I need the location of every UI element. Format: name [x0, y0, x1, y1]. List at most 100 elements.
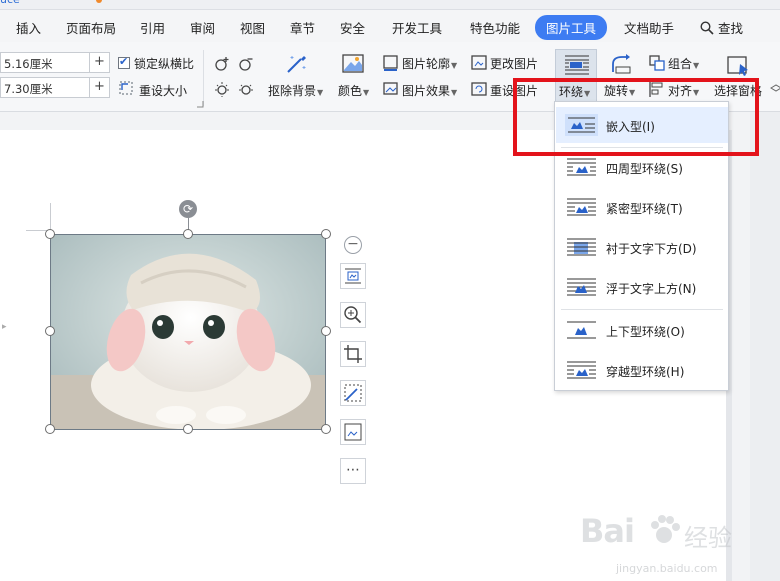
resize-handle[interactable] [183, 424, 193, 434]
wrap-text-icon [565, 55, 589, 75]
unsaved-dot-icon [96, 0, 102, 3]
group-icon[interactable] [648, 54, 666, 72]
resize-handle[interactable] [321, 229, 331, 239]
crop-button[interactable] [340, 341, 366, 367]
height-value: 5.16厘米 [4, 57, 53, 71]
picture-outline-label: 图片轮廓 [402, 57, 451, 71]
picture-to-text-button[interactable] [340, 419, 366, 445]
tab-special-features[interactable]: 特色功能 [470, 18, 520, 37]
tab-picture-tools[interactable]: 图片工具 [535, 15, 608, 40]
cat-photo [51, 235, 325, 429]
height-increase-button[interactable]: + [89, 53, 109, 72]
document-tab-fragment[interactable]: uce [0, 0, 20, 6]
menu-item-behind-text[interactable]: 衬于文字下方(D) [556, 229, 728, 265]
margin-mark [50, 203, 51, 231]
tab-developer[interactable]: 开发工具 [392, 18, 442, 37]
picture-outline-icon[interactable] [382, 54, 400, 72]
cat-picture[interactable] [50, 234, 326, 430]
brightness-up-icon[interactable] [213, 80, 231, 98]
caret-down-icon: ▼ [693, 61, 700, 70]
remove-background-icon[interactable] [284, 52, 310, 76]
resize-handle[interactable] [45, 326, 55, 336]
picture-effect-label: 图片效果 [402, 84, 451, 98]
caret-down-icon: ▼ [317, 88, 324, 97]
layout-options-icon [345, 268, 361, 284]
tab-page-layout[interactable]: 页面布局 [66, 18, 116, 37]
zoom-in-icon [344, 306, 362, 324]
remove-background-button[interactable]: 抠除背景▼ [268, 82, 323, 99]
brightness-down-icon[interactable] [237, 80, 255, 98]
color-icon[interactable] [340, 52, 366, 76]
menu-item-label: 四周型环绕(S) [606, 162, 683, 176]
magic-wand-icon [344, 384, 362, 402]
caret-down-icon: ▼ [363, 88, 370, 97]
menu-item-through[interactable]: 穿越型环绕(H) [556, 352, 728, 388]
menu-item-label: 浮于文字上方(N) [606, 282, 697, 296]
wrap-square-icon [567, 158, 596, 176]
watermark-logo-text: Bai [580, 512, 635, 550]
tab-insert[interactable]: 插入 [16, 18, 41, 37]
menu-item-label: 上下型环绕(O) [606, 325, 685, 339]
search-button[interactable]: 查找 [700, 18, 743, 37]
caret-down-icon: ▼ [451, 61, 458, 70]
picture-effect-button[interactable]: 图片效果▼ [402, 82, 457, 99]
picture-convert-icon [344, 423, 362, 441]
wrap-top-bottom-icon [567, 321, 596, 339]
caret-down-icon: ▼ [451, 88, 458, 97]
reset-size-label[interactable]: 重设大小 [139, 82, 187, 99]
crop-remove-icon[interactable] [237, 55, 255, 73]
title-strip: uce [0, 0, 780, 10]
width-field[interactable]: 7.30厘米 + [0, 77, 110, 98]
resize-handle[interactable] [183, 229, 193, 239]
height-field[interactable]: 5.16厘米 + [0, 52, 110, 73]
picture-outline-button[interactable]: 图片轮廓▼ [402, 55, 457, 72]
tab-security[interactable]: 安全 [340, 18, 365, 37]
tab-review[interactable]: 审阅 [190, 18, 215, 37]
color-button[interactable]: 颜色▼ [338, 82, 369, 99]
reset-picture-icon[interactable] [470, 80, 488, 98]
rotate-handle-icon[interactable]: ⟳ [179, 200, 197, 218]
dialog-launcher-icon[interactable] [196, 100, 204, 108]
resize-handle[interactable] [321, 424, 331, 434]
menu-item-top-bottom[interactable]: 上下型环绕(O) [556, 312, 728, 348]
resize-handle[interactable] [45, 229, 55, 239]
ruler-marker-icon: ▸ [2, 322, 7, 332]
watermark-url: jingyan.baidu.com [616, 562, 718, 575]
lock-ratio-checkbox[interactable]: ✔ [118, 55, 130, 69]
reset-size-icon[interactable] [118, 80, 134, 96]
menu-divider [561, 309, 723, 310]
change-picture-icon[interactable] [470, 54, 488, 72]
tab-chapter[interactable]: 章节 [290, 18, 315, 37]
menu-item-tight[interactable]: 紧密型环绕(T) [556, 189, 728, 225]
remove-bg-quick-button[interactable] [340, 380, 366, 406]
checkmark-icon: ✔ [119, 55, 129, 68]
change-picture-label[interactable]: 更改图片 [490, 55, 538, 72]
crop-icon [344, 345, 362, 363]
selection-pane-icon[interactable] [726, 54, 752, 78]
color-label: 颜色 [338, 84, 363, 98]
layer-icon[interactable] [770, 80, 780, 98]
crop-add-icon[interactable] [213, 55, 231, 73]
rotate-icon[interactable] [608, 52, 634, 76]
wrap-through-icon [567, 361, 596, 379]
resize-handle[interactable] [321, 326, 331, 336]
collapse-toolbar-button[interactable]: − [344, 236, 362, 254]
tab-references[interactable]: 引用 [140, 18, 165, 37]
layout-options-button[interactable] [340, 263, 366, 289]
baidu-watermark: Bai 经验 jingyan.baidu.com [580, 508, 780, 578]
group-button[interactable]: 组合▼ [668, 55, 699, 72]
lock-ratio-label[interactable]: 锁定纵横比 [134, 55, 194, 72]
zoom-in-button[interactable] [340, 302, 366, 328]
menu-item-label: 穿越型环绕(H) [606, 365, 685, 379]
tab-view[interactable]: 视图 [240, 18, 265, 37]
annotation-highlight-box [513, 78, 759, 156]
menu-item-in-front-of-text[interactable]: 浮于文字上方(N) [556, 269, 728, 305]
width-increase-button[interactable]: + [89, 78, 109, 97]
more-options-button[interactable]: ⋯ [340, 458, 366, 484]
resize-handle[interactable] [45, 424, 55, 434]
width-value: 7.30厘米 [4, 82, 53, 96]
picture-effect-icon[interactable] [382, 80, 400, 98]
tab-doc-assistant[interactable]: 文档助手 [624, 18, 674, 37]
wrap-behind-icon [567, 238, 596, 256]
menu-item-label: 紧密型环绕(T) [606, 202, 683, 216]
